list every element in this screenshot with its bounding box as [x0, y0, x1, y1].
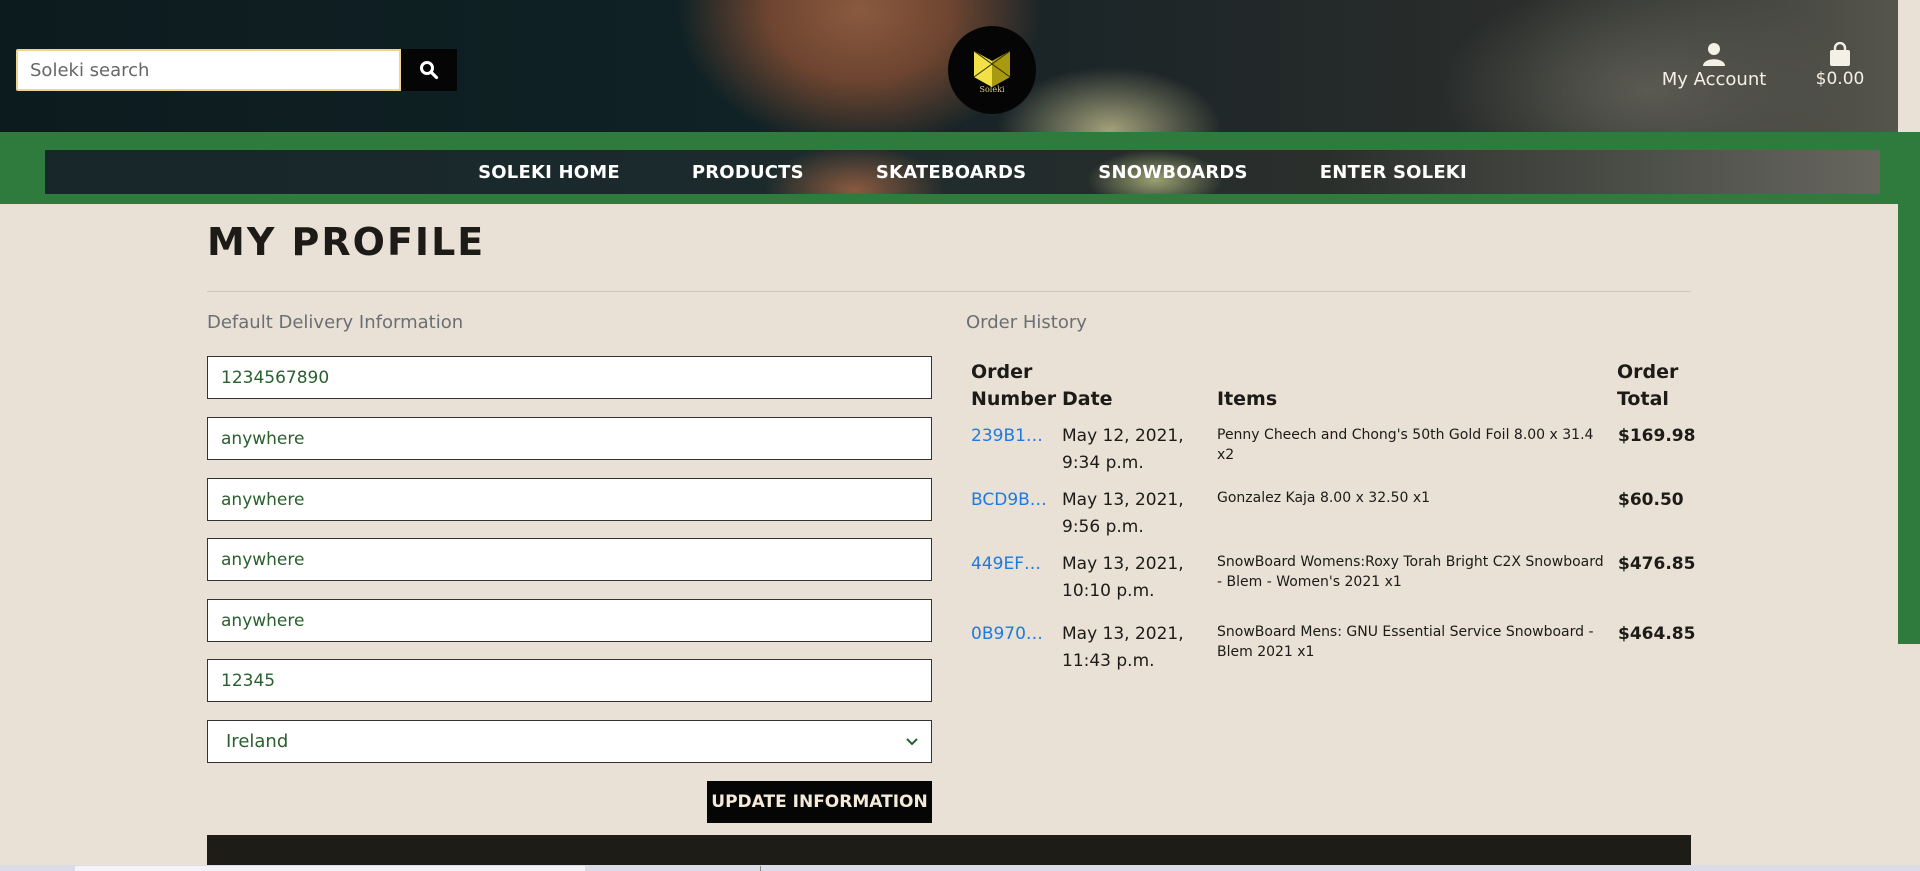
- county-field[interactable]: [207, 599, 932, 642]
- bag-total: $0.00: [1815, 69, 1865, 89]
- main-nav: SOLEKI HOME PRODUCTS SKATEBOARDS SNOWBOA…: [45, 150, 1880, 194]
- country-select-value: Ireland: [226, 731, 289, 752]
- order-date: May 13, 2021, 9:56 p.m.: [1062, 490, 1184, 537]
- order-total: $464.85: [1618, 624, 1696, 644]
- nav-skateboards[interactable]: SKATEBOARDS: [876, 162, 1026, 183]
- order-items: Gonzalez Kaja 8.00 x 32.50 x1: [1217, 490, 1431, 506]
- green-side-strip: [1898, 132, 1920, 644]
- phone-number-field[interactable]: [207, 356, 932, 399]
- search-icon: [420, 61, 439, 80]
- order-items: Penny Cheech and Chong's 50th Gold Foil …: [1217, 427, 1594, 463]
- postcode-field[interactable]: [207, 659, 932, 702]
- title-divider: [207, 291, 1691, 292]
- shopping-bag-icon: [1830, 42, 1850, 66]
- footer-bar: [207, 835, 1691, 865]
- shopping-bag-link[interactable]: $0.00: [1812, 42, 1868, 89]
- user-icon: [1703, 43, 1725, 66]
- header-items: Items: [1217, 388, 1278, 410]
- nav-enter-soleki[interactable]: ENTER SOLEKI: [1320, 162, 1467, 183]
- order-number-link[interactable]: 239B1…: [971, 423, 1043, 450]
- country-select[interactable]: Ireland: [207, 720, 932, 763]
- page-title: MY PROFILE: [207, 220, 486, 264]
- order-items: SnowBoard Mens: GNU Essential Service Sn…: [1217, 624, 1594, 660]
- order-history-title: Order History: [966, 312, 1087, 333]
- logo-text: Soleki: [979, 84, 1005, 94]
- header-order-total: Order Total: [1617, 361, 1679, 410]
- order-total: $476.85: [1618, 554, 1696, 574]
- order-number-link[interactable]: 449EF…: [971, 551, 1041, 578]
- order-number-link[interactable]: 0B970…: [971, 621, 1043, 648]
- town-city-field[interactable]: [207, 538, 932, 581]
- update-information-button[interactable]: UPDATE INFORMATION: [707, 781, 932, 823]
- search-button[interactable]: [401, 49, 457, 91]
- order-total: $169.98: [1618, 426, 1696, 446]
- order-date: May 13, 2021, 10:10 p.m.: [1062, 554, 1184, 601]
- street-address2-field[interactable]: [207, 478, 932, 521]
- nav-products[interactable]: PRODUCTS: [692, 162, 804, 183]
- my-account-label: My Account: [1661, 69, 1767, 90]
- order-number-link[interactable]: BCD9B…: [971, 487, 1047, 514]
- header-order-number: Order Number: [971, 361, 1057, 410]
- header-date: Date: [1062, 388, 1113, 410]
- street-address1-field[interactable]: [207, 417, 932, 460]
- delivery-section-title: Default Delivery Information: [207, 312, 464, 333]
- order-items: SnowBoard Womens:Roxy Torah Bright C2X S…: [1217, 554, 1604, 590]
- nav-snowboards[interactable]: SNOWBOARDS: [1098, 162, 1247, 183]
- order-date: May 13, 2021, 11:43 p.m.: [1062, 624, 1184, 671]
- nav-soleki-home[interactable]: SOLEKI HOME: [478, 162, 620, 183]
- order-date: May 12, 2021, 9:34 p.m.: [1062, 426, 1184, 473]
- logo-emblem-icon: [973, 50, 1011, 87]
- scrollbar-thumb[interactable]: [75, 866, 585, 871]
- my-account-link[interactable]: My Account: [1658, 42, 1770, 90]
- site-logo[interactable]: Soleki: [948, 26, 1036, 114]
- search-bar: [16, 49, 457, 91]
- order-total: $60.50: [1618, 490, 1684, 510]
- search-input[interactable]: [16, 49, 401, 91]
- chevron-down-icon: [906, 737, 918, 745]
- scrollbar-divider: [760, 866, 761, 871]
